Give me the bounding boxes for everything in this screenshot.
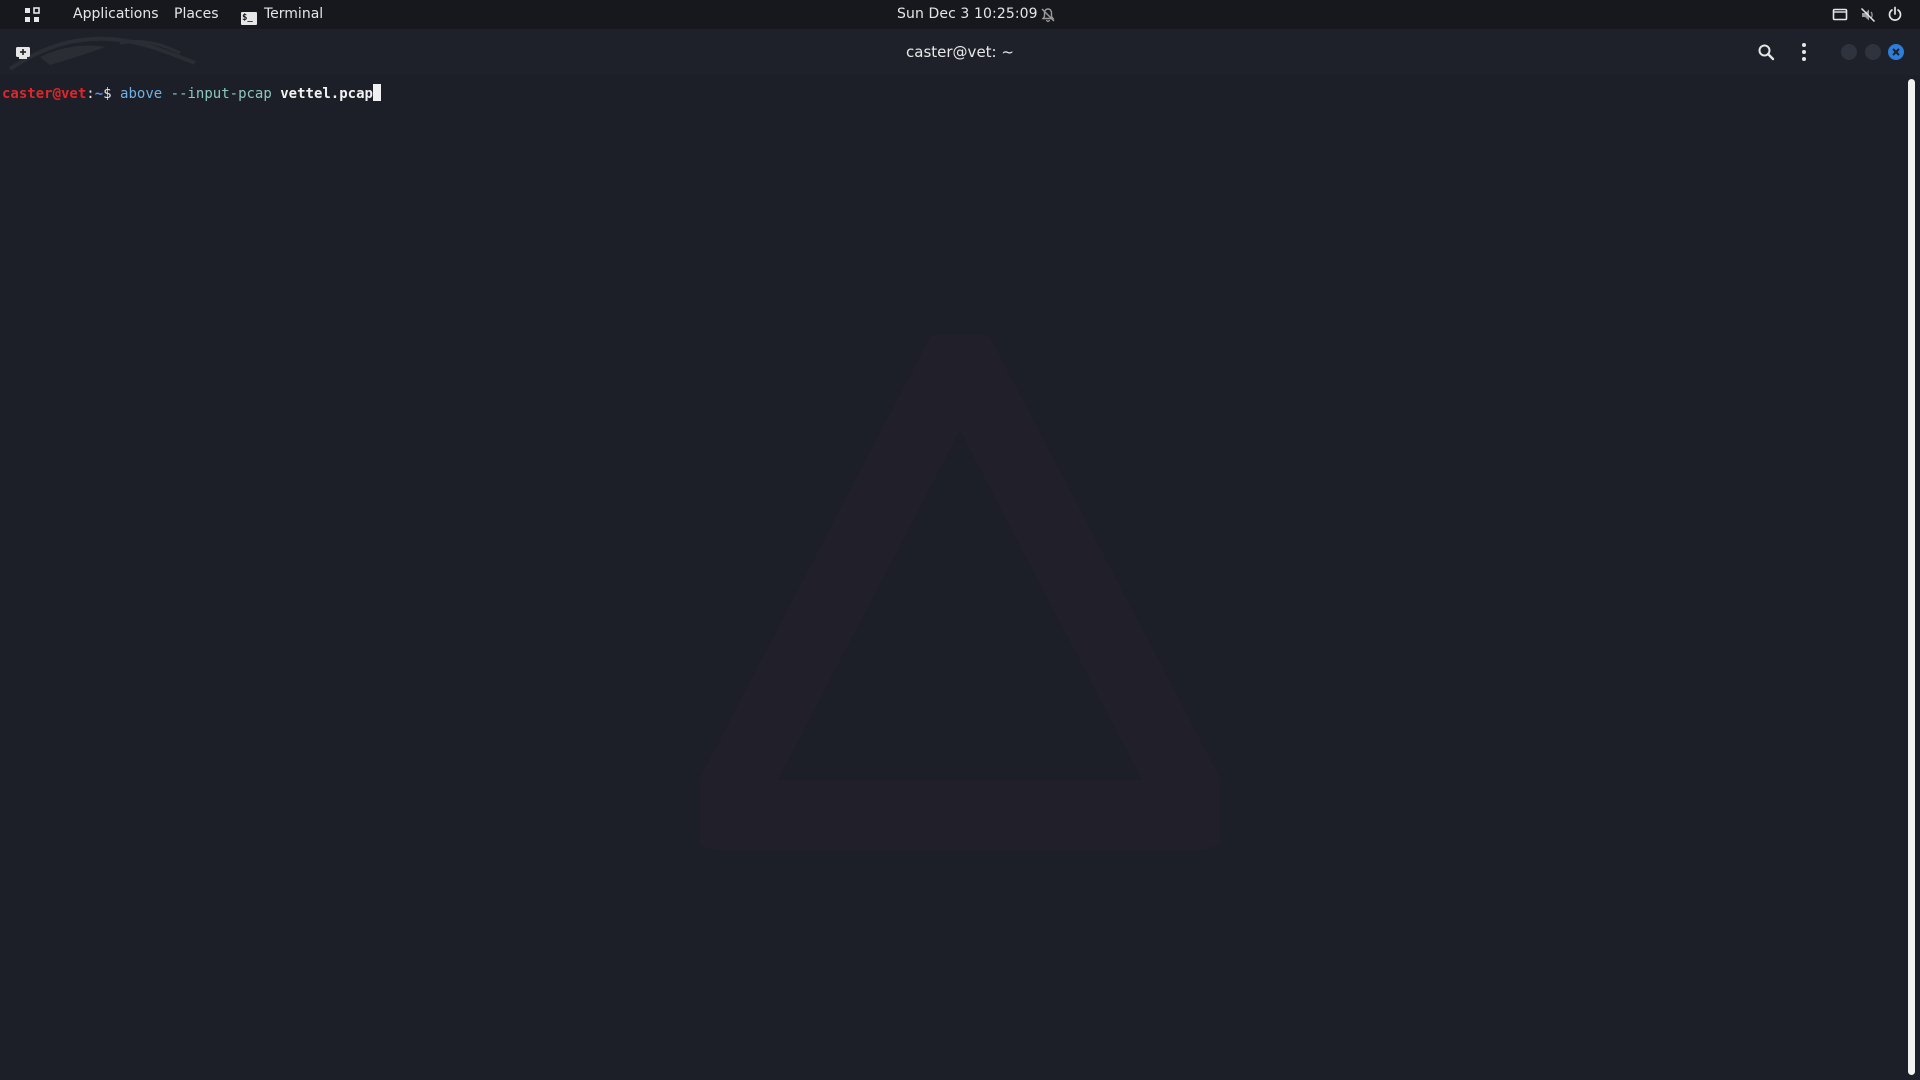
terminal-icon: $_	[241, 12, 257, 25]
places-menu[interactable]: Places	[174, 0, 219, 29]
triangle-logo-watermark	[700, 335, 1220, 850]
close-icon[interactable]	[1888, 44, 1904, 60]
search-icon[interactable]	[1757, 43, 1775, 61]
new-tab-icon[interactable]	[14, 44, 32, 60]
command-option: --input-pcap	[170, 86, 272, 102]
apps-grid-icon[interactable]	[24, 7, 40, 23]
command-name: above	[120, 86, 163, 102]
kebab-menu-icon[interactable]	[1800, 42, 1808, 62]
command-argument: vettel.pcap	[280, 86, 373, 102]
clock[interactable]: Sun Dec 3 10:25:09	[897, 0, 1038, 29]
text-cursor	[372, 84, 381, 101]
prompt-line[interactable]: caster@vet:~$ above --input-pcap vettel.…	[2, 84, 381, 103]
top-panel: Applications Places $_ Terminal Sun Dec 3…	[0, 0, 1920, 29]
window-titlebar[interactable]: caster@vet: ~	[0, 29, 1920, 75]
maximize-button[interactable]	[1865, 44, 1881, 60]
terminal-app-label: Terminal	[264, 6, 324, 22]
bell-off-icon[interactable]	[1040, 7, 1056, 23]
prompt-user-host: caster@vet	[2, 86, 87, 102]
prompt-symbol: $	[103, 86, 112, 102]
desktop: Applications Places $_ Terminal Sun Dec 3…	[0, 0, 1920, 1080]
terminal-output-area[interactable]: caster@vet:~$ above --input-pcap vettel.…	[0, 75, 1920, 1080]
prompt-path: ~	[94, 86, 104, 102]
window-title: caster@vet: ~	[906, 43, 1014, 61]
dragon-logo-watermark	[8, 36, 196, 71]
terminal-window: caster@vet: ~ caster@vet:~$ above --inpu…	[0, 29, 1920, 1080]
terminal-app-menu[interactable]: $_ Terminal	[241, 0, 323, 29]
applications-menu[interactable]: Applications	[73, 0, 159, 29]
prompt-separator: :	[86, 86, 95, 102]
scrollbar[interactable]	[1908, 79, 1915, 1075]
minimize-button[interactable]	[1841, 44, 1857, 60]
